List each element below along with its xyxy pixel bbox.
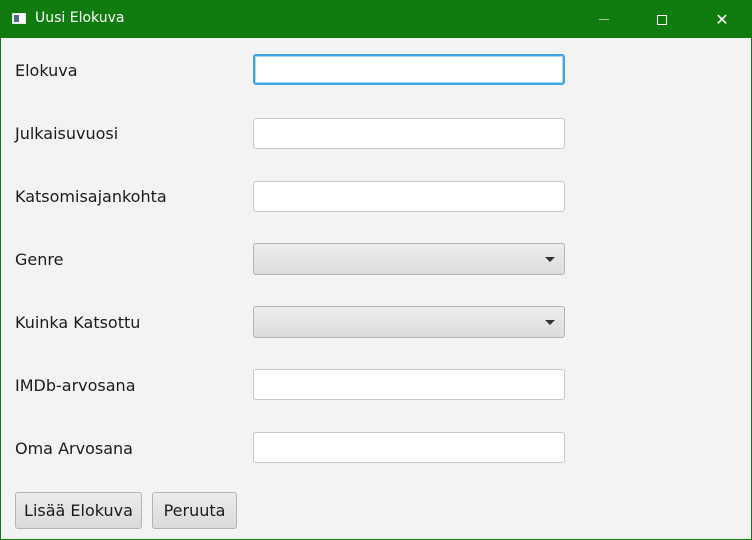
own-rating-input[interactable] <box>253 432 565 463</box>
movie-label: Elokuva <box>15 61 78 80</box>
app-window-icon <box>12 13 26 24</box>
dialog-window: Uusi Elokuva ✕ Elokuva Julkaisuvuosi Kat… <box>0 0 752 540</box>
maximize-button[interactable] <box>633 1 691 38</box>
how-watched-label: Kuinka Katsottu <box>15 313 141 332</box>
release-year-input[interactable] <box>253 118 565 149</box>
chevron-down-icon <box>545 320 555 325</box>
how-watched-combobox[interactable] <box>253 306 565 338</box>
own-rating-label: Oma Arvosana <box>15 439 133 458</box>
minimize-icon <box>599 19 609 20</box>
genre-combobox[interactable] <box>253 243 565 275</box>
close-icon: ✕ <box>715 10 729 29</box>
imdb-rating-input[interactable] <box>253 369 565 400</box>
maximize-icon <box>657 14 667 25</box>
cancel-button[interactable]: Peruuta <box>152 492 237 529</box>
release-year-label: Julkaisuvuosi <box>15 124 119 143</box>
genre-label: Genre <box>15 250 64 269</box>
title-bar[interactable]: Uusi Elokuva ✕ <box>1 1 751 38</box>
close-button[interactable]: ✕ <box>693 1 751 38</box>
imdb-rating-label: IMDb-arvosana <box>15 376 136 395</box>
chevron-down-icon <box>545 257 555 262</box>
add-movie-button[interactable]: Lisää Elokuva <box>15 492 142 529</box>
minimize-button[interactable] <box>575 1 633 38</box>
window-title: Uusi Elokuva <box>35 10 125 26</box>
movie-input[interactable] <box>253 54 565 85</box>
watched-time-label: Katsomisajankohta <box>15 187 167 206</box>
watched-time-input[interactable] <box>253 181 565 212</box>
